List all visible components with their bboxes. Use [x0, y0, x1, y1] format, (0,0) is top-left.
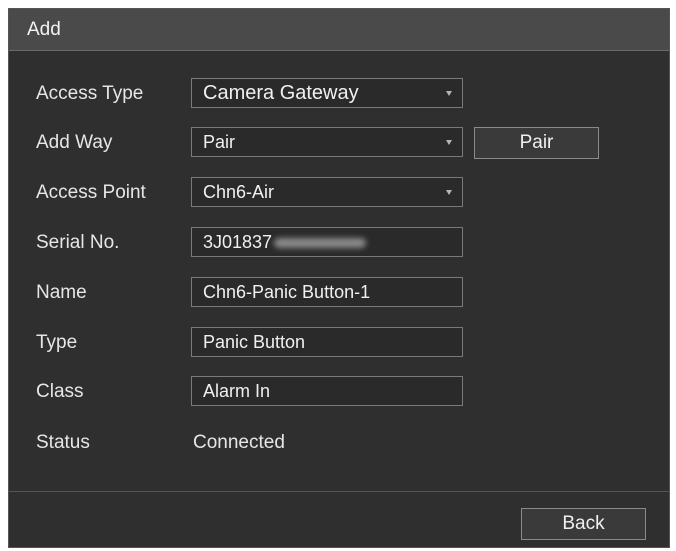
name-field[interactable]: Chn6-Panic Button-1: [191, 277, 463, 307]
access-point-row: Access Point Chn6-Air: [9, 177, 669, 209]
serial-label: Serial No.: [36, 232, 120, 253]
serial-value-wrap: 3J01837: [203, 232, 367, 253]
dialog-footer-divider: [9, 491, 669, 492]
dialog-title: Add: [27, 19, 61, 40]
pair-button[interactable]: Pair: [474, 127, 599, 159]
access-point-select[interactable]: Chn6-Air: [191, 177, 463, 207]
type-row: Type Panic Button: [9, 327, 669, 359]
access-type-value: Camera Gateway: [203, 82, 359, 104]
caret-down-icon: [446, 190, 452, 195]
add-way-label: Add Way: [36, 132, 113, 153]
back-button[interactable]: Back: [521, 508, 646, 540]
status-label: Status: [36, 432, 90, 453]
type-field[interactable]: Panic Button: [191, 327, 463, 357]
class-value: Alarm In: [203, 381, 271, 401]
status-row: Status Connected: [9, 427, 669, 459]
add-way-value: Pair: [203, 132, 236, 152]
access-type-label: Access Type: [36, 83, 144, 104]
class-label: Class: [36, 381, 84, 402]
add-dialog: Add Access Type Camera Gateway Add Way P…: [8, 8, 670, 548]
serial-row: Serial No. 3J01837: [9, 227, 669, 259]
dialog-titlebar: Add: [9, 9, 669, 51]
name-value: Chn6-Panic Button-1: [203, 282, 371, 302]
serial-field[interactable]: 3J01837: [191, 227, 463, 257]
access-type-row: Access Type Camera Gateway: [9, 78, 669, 110]
type-label: Type: [36, 332, 78, 353]
add-way-row: Add Way Pair Pair: [9, 127, 669, 159]
type-value: Panic Button: [203, 332, 306, 352]
caret-down-icon: [446, 91, 452, 96]
access-point-label: Access Point: [36, 182, 146, 203]
caret-down-icon: [446, 140, 452, 145]
serial-value: 3J01837: [203, 232, 273, 252]
name-row: Name Chn6-Panic Button-1: [9, 277, 669, 309]
serial-redaction: [274, 238, 367, 249]
status-value: Connected: [193, 432, 285, 453]
access-point-value: Chn6-Air: [203, 182, 275, 202]
class-row: Class Alarm In: [9, 376, 669, 408]
access-type-select[interactable]: Camera Gateway: [191, 78, 463, 108]
add-way-select[interactable]: Pair: [191, 127, 463, 157]
class-field[interactable]: Alarm In: [191, 376, 463, 406]
name-label: Name: [36, 282, 87, 303]
